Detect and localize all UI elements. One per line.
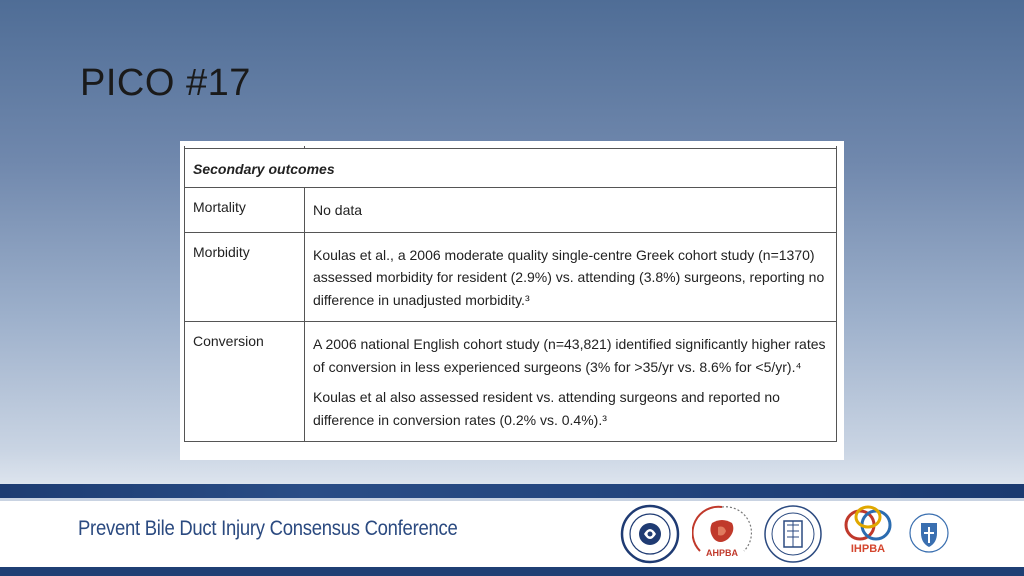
table-row: Conversion A 2006 national English cohor… — [184, 321, 837, 442]
ahpba-logo-icon: AHPBA — [692, 503, 752, 561]
conference-title: Prevent Bile Duct Injury Consensus Confe… — [78, 517, 458, 540]
row-label-mortality: Mortality — [184, 187, 305, 233]
section-header: Secondary outcomes — [184, 148, 837, 188]
row-content-morbidity: Koulas et al., a 2006 moderate quality s… — [304, 231, 837, 322]
content-paragraph: Koulas et al., a 2006 moderate quality s… — [313, 246, 825, 308]
table-section-row: Secondary outcomes — [184, 148, 837, 188]
slide-title: PICO #17 — [80, 62, 251, 104]
content-paragraph: A 2006 national English cohort study (n=… — [313, 336, 826, 375]
row-content-conversion: A 2006 national English cohort study (n=… — [304, 321, 837, 442]
row-content-mortality: No data — [304, 187, 837, 233]
society-seal-logo-icon — [620, 503, 680, 565]
content-paragraph: No data — [313, 202, 363, 218]
evidence-table-card: Secondary outcomes Mortality No data Mor… — [180, 141, 844, 460]
table-row: Mortality No data — [184, 187, 837, 233]
row-label-morbidity: Morbidity — [184, 231, 305, 322]
footer-band — [0, 484, 1024, 498]
footer-bottom-band — [0, 567, 1024, 576]
ihpba-caption: IHPBA — [850, 543, 886, 555]
evidence-table: Secondary outcomes Mortality No data Mor… — [184, 146, 837, 442]
ssat-logo-icon — [908, 503, 950, 563]
eaes-logo-icon — [762, 503, 824, 565]
table-row: Morbidity Koulas et al., a 2006 moderate… — [184, 231, 837, 322]
row-label-conversion: Conversion — [184, 321, 305, 442]
ahpba-caption: AHPBA — [705, 548, 738, 558]
content-paragraph: Koulas et al also assessed resident vs. … — [313, 389, 780, 428]
ihpba-logo-icon: IHPBA — [838, 503, 898, 555]
